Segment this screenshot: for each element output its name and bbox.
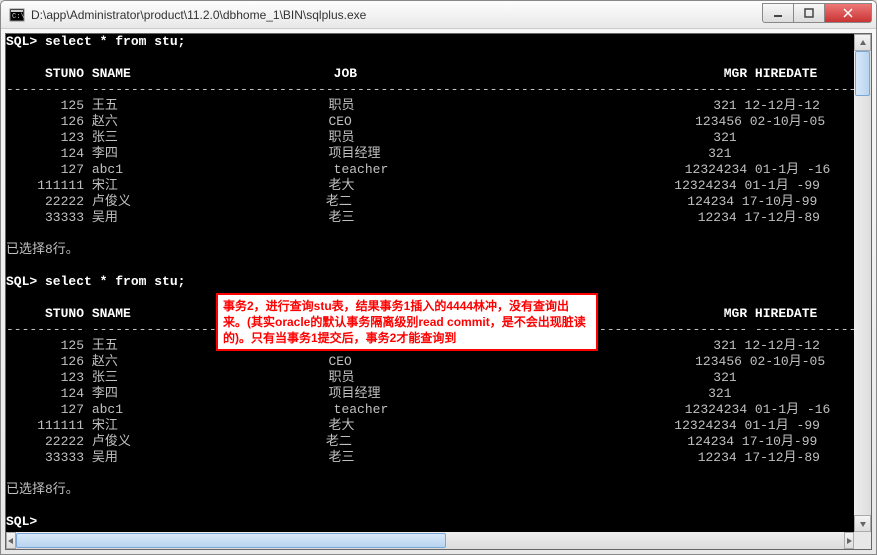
vertical-scrollbar[interactable] [854,34,871,532]
window-title: D:\app\Administrator\product\11.2.0\dbho… [31,8,763,22]
window-buttons [763,3,872,23]
table-divider: ---------- -----------------------------… [6,82,854,98]
maximize-button[interactable] [793,3,825,23]
vertical-scroll-thumb[interactable] [855,51,870,96]
scroll-down-button[interactable] [854,515,871,532]
rows-selected-line: 已选择8行。 [6,242,854,258]
scroll-right-button[interactable] [844,532,854,549]
scroll-left-button[interactable] [6,532,16,549]
annotation-callout: 事务2，进行查询stu表，结果事务1插入的4444林冲，没有查询出来。(其实or… [216,293,598,351]
table-row: 124 李四 项目经理 321 12 [6,386,854,402]
table-row: 126 赵六 CEO 123456 02-10月-05 12345 [6,114,854,130]
annotation-text: 事务2，进行查询stu表，结果事务1插入的4444林冲，没有查询出来。(其实or… [223,299,586,345]
table-row: 127 abc1 teacher 12324234 01-1月 -16 3123… [6,162,854,178]
sql-prompt-empty: SQL> [6,514,854,530]
blank-line [6,466,854,482]
sql-prompt-line: SQL> select * from stu; [6,34,854,50]
table-row: 111111 宋江 老大 12324234 01-1月 -99 31232 [6,418,854,434]
scrollbar-corner [854,532,871,549]
table-row: 123 张三 职员 321 12 [6,130,854,146]
blank-line [6,258,854,274]
table-row: 22222 卢俊义 老二 124234 17-10月-99 31232 [6,434,854,450]
blank-line [6,226,854,242]
horizontal-scrollbar[interactable] [6,532,854,549]
table-row: 33333 吴用 老三 12234 17-12月-89 31232 [6,450,854,466]
table-row: 125 王五 职员 321 12-12月-12 324 [6,98,854,114]
horizontal-scroll-track[interactable] [16,532,844,549]
blank-line [6,498,854,514]
terminal-container: SQL> select * from stu; STUNO SNAME JOB … [5,33,872,550]
table-row: 123 张三 职员 321 12 [6,370,854,386]
table-row: 22222 卢俊义 老二 124234 17-10月-99 31232 [6,194,854,210]
titlebar[interactable]: C:\ D:\app\Administrator\product\11.2.0\… [1,1,876,29]
horizontal-scroll-thumb[interactable] [16,533,446,548]
close-button[interactable] [824,3,872,23]
terminal[interactable]: SQL> select * from stu; STUNO SNAME JOB … [6,34,854,532]
table-header: STUNO SNAME JOB MGR HIREDATE SA [6,66,854,82]
sql-prompt-line: SQL> select * from stu; [6,274,854,290]
table-row: 33333 吴用 老三 12234 17-12月-89 31232 [6,210,854,226]
window: C:\ D:\app\Administrator\product\11.2.0\… [0,0,877,555]
table-row: 126 赵六 CEO 123456 02-10月-05 12345 [6,354,854,370]
svg-text:C:\: C:\ [12,13,25,21]
vertical-scroll-track[interactable] [854,51,871,515]
table-row: 124 李四 项目经理 321 12 [6,146,854,162]
minimize-button[interactable] [762,3,794,23]
blank-line [6,50,854,66]
table-row: 111111 宋江 老大 12324234 01-1月 -99 31232 [6,178,854,194]
rows-selected-line: 已选择8行。 [6,482,854,498]
table-row: 127 abc1 teacher 12324234 01-1月 -16 3123… [6,402,854,418]
app-icon: C:\ [9,7,25,23]
scroll-up-button[interactable] [854,34,871,51]
